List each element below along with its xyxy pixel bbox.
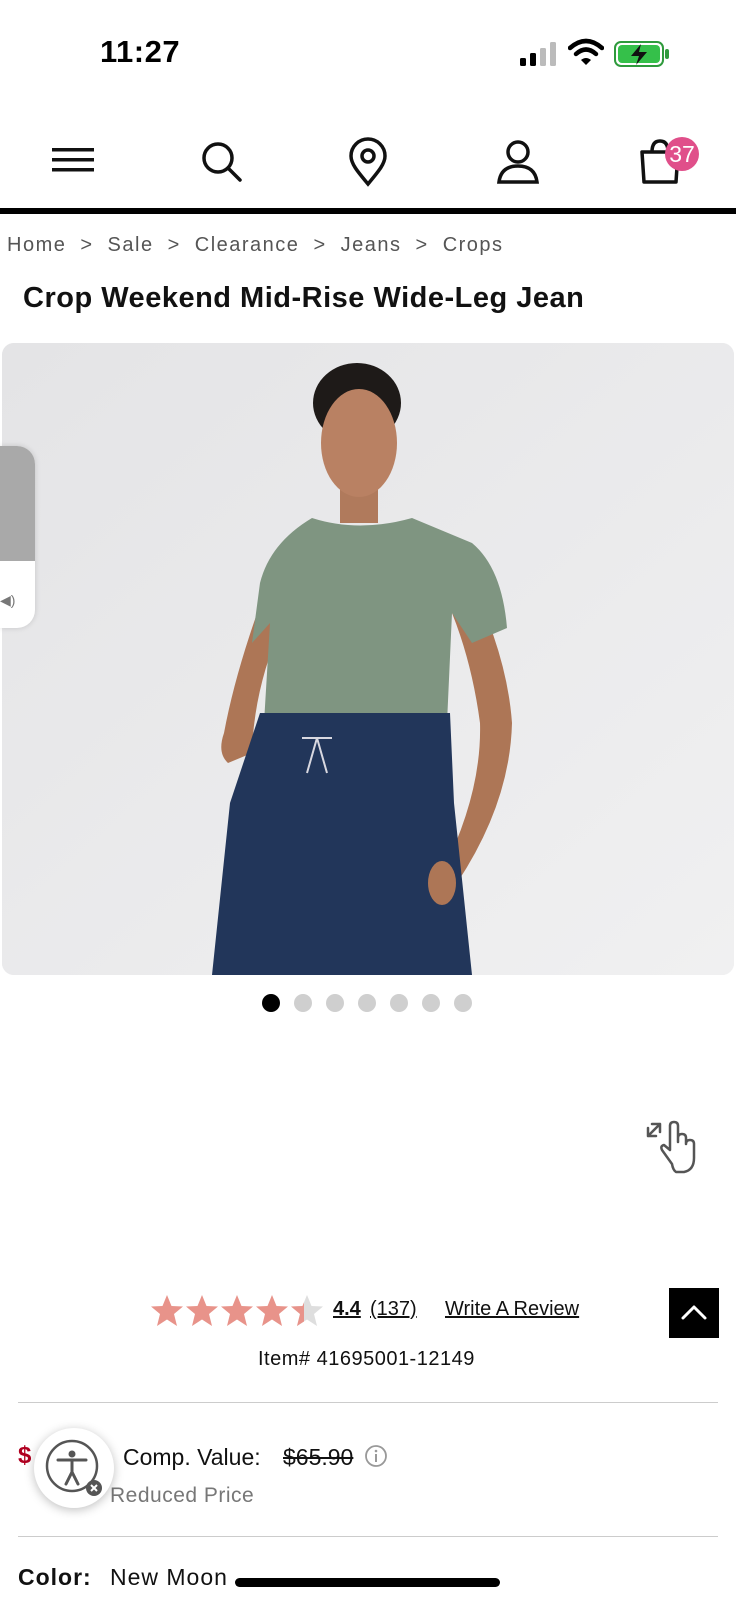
rating-value[interactable]: 4.4 xyxy=(333,1298,361,1321)
breadcrumb-sale[interactable]: Sale xyxy=(108,234,154,257)
volume-level-fill xyxy=(0,446,35,561)
divider xyxy=(18,1536,718,1537)
account-icon[interactable] xyxy=(492,136,544,188)
info-icon[interactable] xyxy=(364,1444,388,1468)
breadcrumb-jeans[interactable]: Jeans xyxy=(341,234,402,257)
breadcrumb-separator: > xyxy=(415,234,429,256)
battery-charging-icon xyxy=(614,41,669,67)
comp-value-label: Comp. Value: xyxy=(123,1444,261,1470)
back-to-top-button[interactable] xyxy=(669,1288,719,1338)
cellular-signal-icon xyxy=(520,42,556,66)
volume-slider[interactable]: ◀) xyxy=(0,446,35,628)
breadcrumb-separator: > xyxy=(313,234,327,256)
color-label: Color: xyxy=(18,1564,92,1590)
breadcrumb-home[interactable]: Home xyxy=(7,234,66,257)
image-carousel-dots xyxy=(262,994,472,1012)
search-icon[interactable] xyxy=(196,136,248,188)
carousel-dot[interactable] xyxy=(454,994,472,1012)
carousel-dot[interactable] xyxy=(390,994,408,1012)
carousel-dot[interactable] xyxy=(294,994,312,1012)
carousel-dot[interactable] xyxy=(422,994,440,1012)
breadcrumb-separator: > xyxy=(167,234,181,256)
cart-count-badge[interactable]: 37 xyxy=(665,137,699,171)
menu-icon[interactable] xyxy=(48,136,100,188)
pinch-zoom-icon[interactable] xyxy=(644,1114,706,1176)
review-count-link[interactable]: (137) xyxy=(370,1298,417,1321)
carousel-dot[interactable] xyxy=(262,994,280,1012)
product-image[interactable] xyxy=(2,343,734,975)
item-number: Item# 41695001-12149 xyxy=(258,1348,475,1370)
carousel-dot[interactable] xyxy=(358,994,376,1012)
color-value: New Moon xyxy=(110,1564,228,1590)
product-title: Crop Weekend Mid-Rise Wide-Leg Jean xyxy=(23,282,585,314)
reduced-price-label: Reduced Price xyxy=(110,1484,255,1507)
comp-value-amount: $65.90 xyxy=(283,1444,354,1470)
breadcrumb: Home > Sale > Clearance > Jeans > Crops xyxy=(7,234,518,257)
write-review-link[interactable]: Write A Review xyxy=(445,1298,579,1321)
breadcrumb-clearance[interactable]: Clearance xyxy=(195,234,300,257)
accessibility-icon xyxy=(45,1439,102,1496)
header-divider xyxy=(0,208,736,214)
home-indicator[interactable] xyxy=(235,1578,500,1587)
rating-stars[interactable] xyxy=(150,1294,326,1328)
carousel-dot[interactable] xyxy=(326,994,344,1012)
accessibility-button[interactable] xyxy=(34,1428,114,1508)
speaker-icon: ◀) xyxy=(0,592,16,608)
status-time: 11:27 xyxy=(100,34,181,69)
sale-price: $ xyxy=(18,1442,32,1469)
breadcrumb-separator: > xyxy=(80,234,94,256)
location-pin-icon[interactable] xyxy=(342,136,394,188)
breadcrumb-crops[interactable]: Crops xyxy=(443,234,504,257)
wifi-icon xyxy=(568,38,604,65)
divider xyxy=(18,1402,718,1403)
model-illustration xyxy=(2,343,734,975)
